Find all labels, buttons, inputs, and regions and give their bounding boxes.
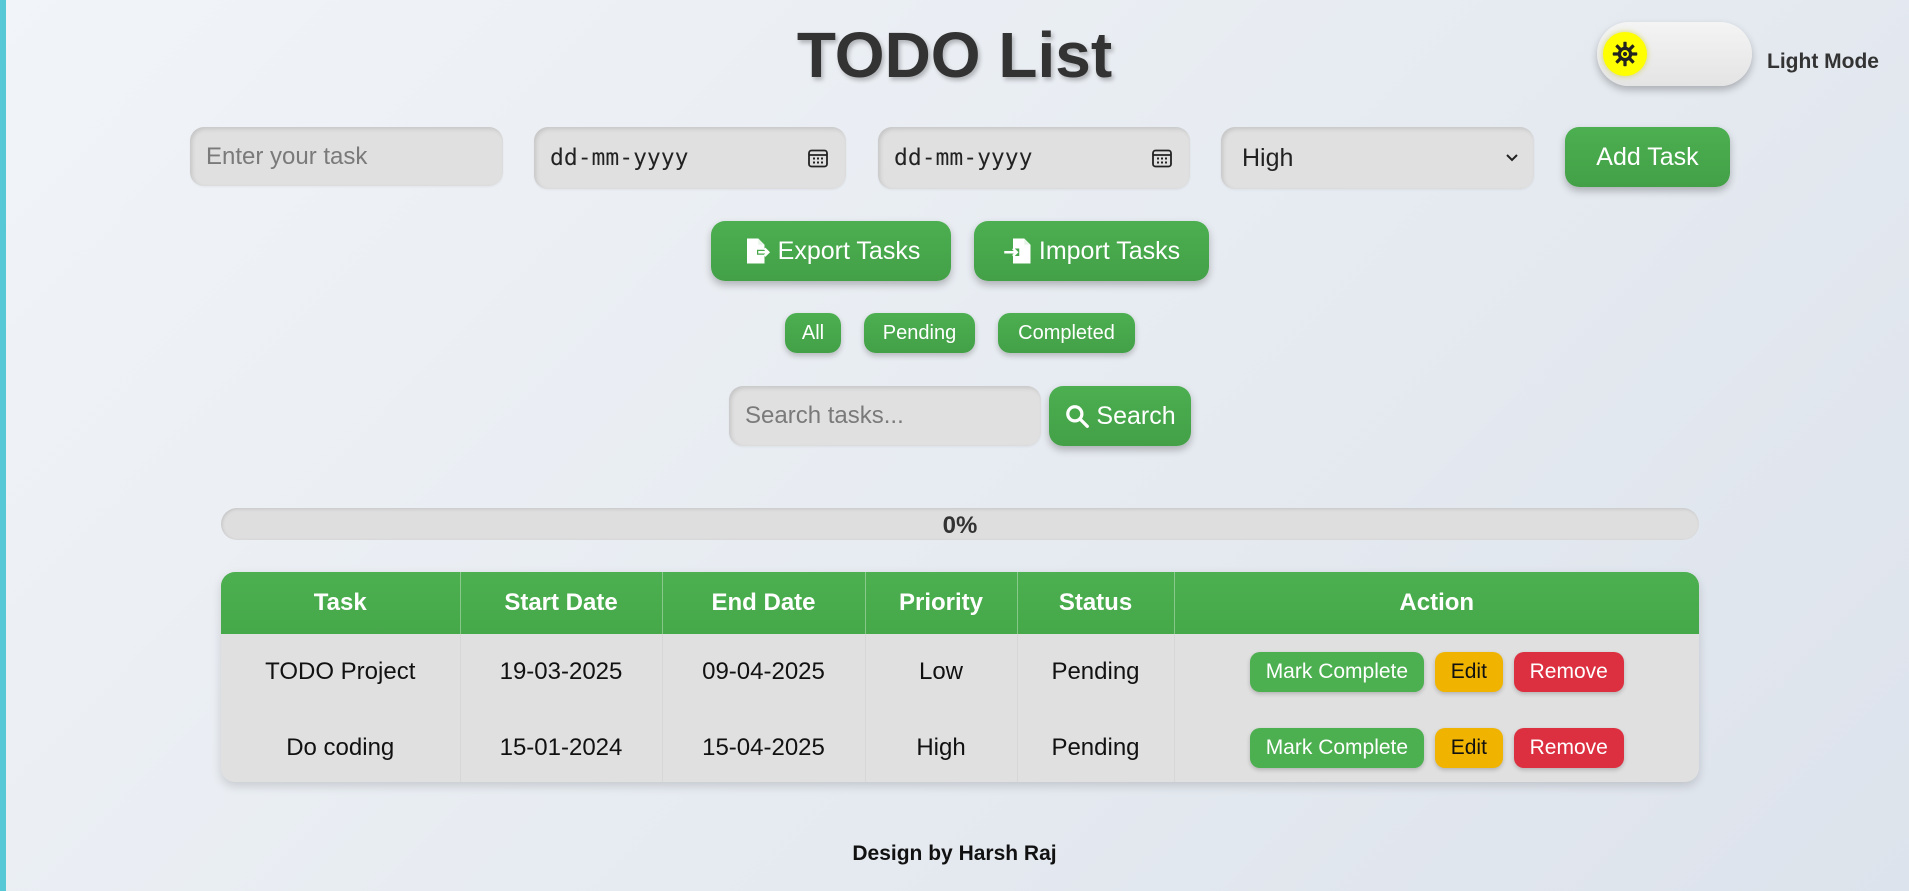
column-header-action: Action: [1174, 572, 1699, 634]
footer-credit: Design by Harsh Raj: [852, 842, 1057, 865]
search-button[interactable]: Search: [1049, 386, 1191, 446]
task-input-wrapper: [190, 127, 503, 186]
left-edge-accent: [0, 0, 6, 891]
theme-toggle[interactable]: [1597, 22, 1752, 86]
priority-selected-value: High: [1242, 143, 1294, 172]
task-cell: TODO Project: [221, 634, 461, 710]
edit-button[interactable]: Edit: [1434, 652, 1503, 692]
import-tasks-label: Import Tasks: [1038, 236, 1181, 265]
file-export-icon: [742, 236, 772, 266]
toggle-knob[interactable]: [1603, 32, 1647, 76]
remove-button[interactable]: Remove: [1513, 728, 1624, 768]
filter-completed-label: Completed: [1018, 321, 1115, 344]
calendar-icon[interactable]: [806, 146, 830, 170]
status-cell: Pending: [1017, 710, 1175, 782]
add-task-label: Add Task: [1596, 142, 1699, 171]
chevron-down-icon: [1504, 150, 1520, 166]
end-date-cell: 09-04-2025: [662, 634, 866, 710]
end-date-value: dd-mm-yyyy: [894, 145, 1033, 171]
start-date-value: dd-mm-yyyy: [550, 145, 689, 171]
filter-all-label: All: [801, 321, 825, 344]
theme-toggle-label: Light Mode: [1767, 50, 1879, 73]
calendar-icon[interactable]: [1150, 146, 1174, 170]
task-cell: Do coding: [221, 710, 461, 782]
filter-pending-label: Pending: [882, 321, 957, 344]
task-table: Task Start Date End Date Priority Status…: [221, 572, 1699, 782]
task-input[interactable]: [190, 142, 503, 171]
priority-cell: Low: [865, 634, 1018, 710]
column-header-priority: Priority: [865, 572, 1018, 634]
add-task-button[interactable]: Add Task: [1565, 127, 1730, 187]
end-date-cell: 15-04-2025: [662, 710, 866, 782]
progress-bar: 0%: [221, 508, 1699, 540]
file-import-icon: [1003, 236, 1033, 266]
column-header-status: Status: [1017, 572, 1175, 634]
filter-all-button[interactable]: All: [785, 313, 841, 353]
action-cell: Mark Complete Edit Remove: [1174, 710, 1699, 782]
priority-cell: High: [865, 710, 1018, 782]
action-cell: Mark Complete Edit Remove: [1174, 634, 1699, 710]
remove-button[interactable]: Remove: [1513, 652, 1624, 692]
filter-pending-button[interactable]: Pending: [864, 313, 975, 353]
sun-gear-icon: [1611, 40, 1639, 68]
export-tasks-label: Export Tasks: [777, 236, 921, 265]
end-date-input[interactable]: dd-mm-yyyy: [878, 127, 1190, 189]
search-input-wrapper: [729, 386, 1041, 446]
table-row: Do coding 15-01-2024 15-04-2025 High Pen…: [221, 710, 1699, 782]
start-date-input[interactable]: dd-mm-yyyy: [534, 127, 846, 189]
status-cell: Pending: [1017, 634, 1175, 710]
priority-select[interactable]: High: [1221, 127, 1534, 189]
table-header-row: Task Start Date End Date Priority Status…: [221, 572, 1699, 634]
column-header-start-date: Start Date: [460, 572, 663, 634]
progress-percent: 0%: [942, 512, 978, 539]
import-tasks-button[interactable]: Import Tasks: [974, 221, 1209, 281]
start-date-cell: 19-03-2025: [460, 634, 663, 710]
column-header-end-date: End Date: [662, 572, 866, 634]
table-row: TODO Project 19-03-2025 09-04-2025 Low P…: [221, 634, 1699, 710]
search-input[interactable]: [729, 402, 1041, 430]
search-button-label: Search: [1096, 401, 1176, 430]
export-tasks-button[interactable]: Export Tasks: [711, 221, 951, 281]
column-header-task: Task: [221, 572, 461, 634]
mark-complete-button[interactable]: Mark Complete: [1249, 652, 1425, 692]
start-date-cell: 15-01-2024: [460, 710, 663, 782]
filter-completed-button[interactable]: Completed: [998, 313, 1135, 353]
mark-complete-button[interactable]: Mark Complete: [1249, 728, 1425, 768]
edit-button[interactable]: Edit: [1434, 728, 1503, 768]
search-icon: [1064, 403, 1090, 429]
